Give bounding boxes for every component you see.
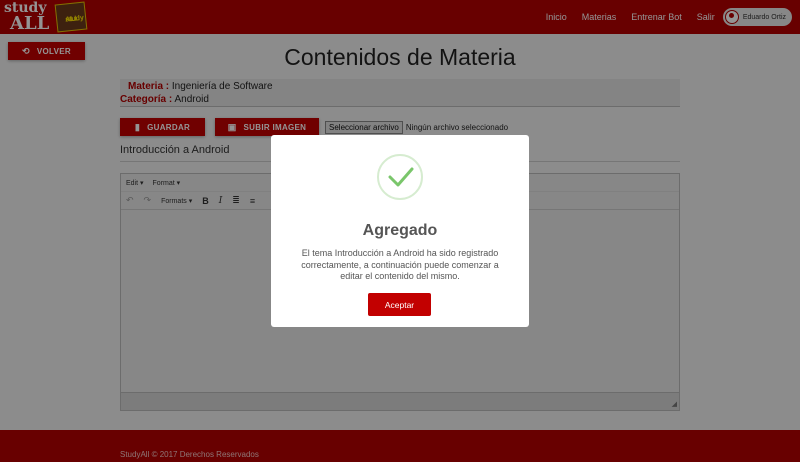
success-check-icon	[377, 154, 423, 200]
dialog-title: Agregado	[362, 222, 438, 239]
accept-button[interactable]: Aceptar	[368, 293, 431, 316]
success-dialog: Agregado El tema Introducción a Android …	[271, 135, 529, 327]
dialog-message: El tema Introducción a Android ha sido r…	[301, 248, 499, 281]
